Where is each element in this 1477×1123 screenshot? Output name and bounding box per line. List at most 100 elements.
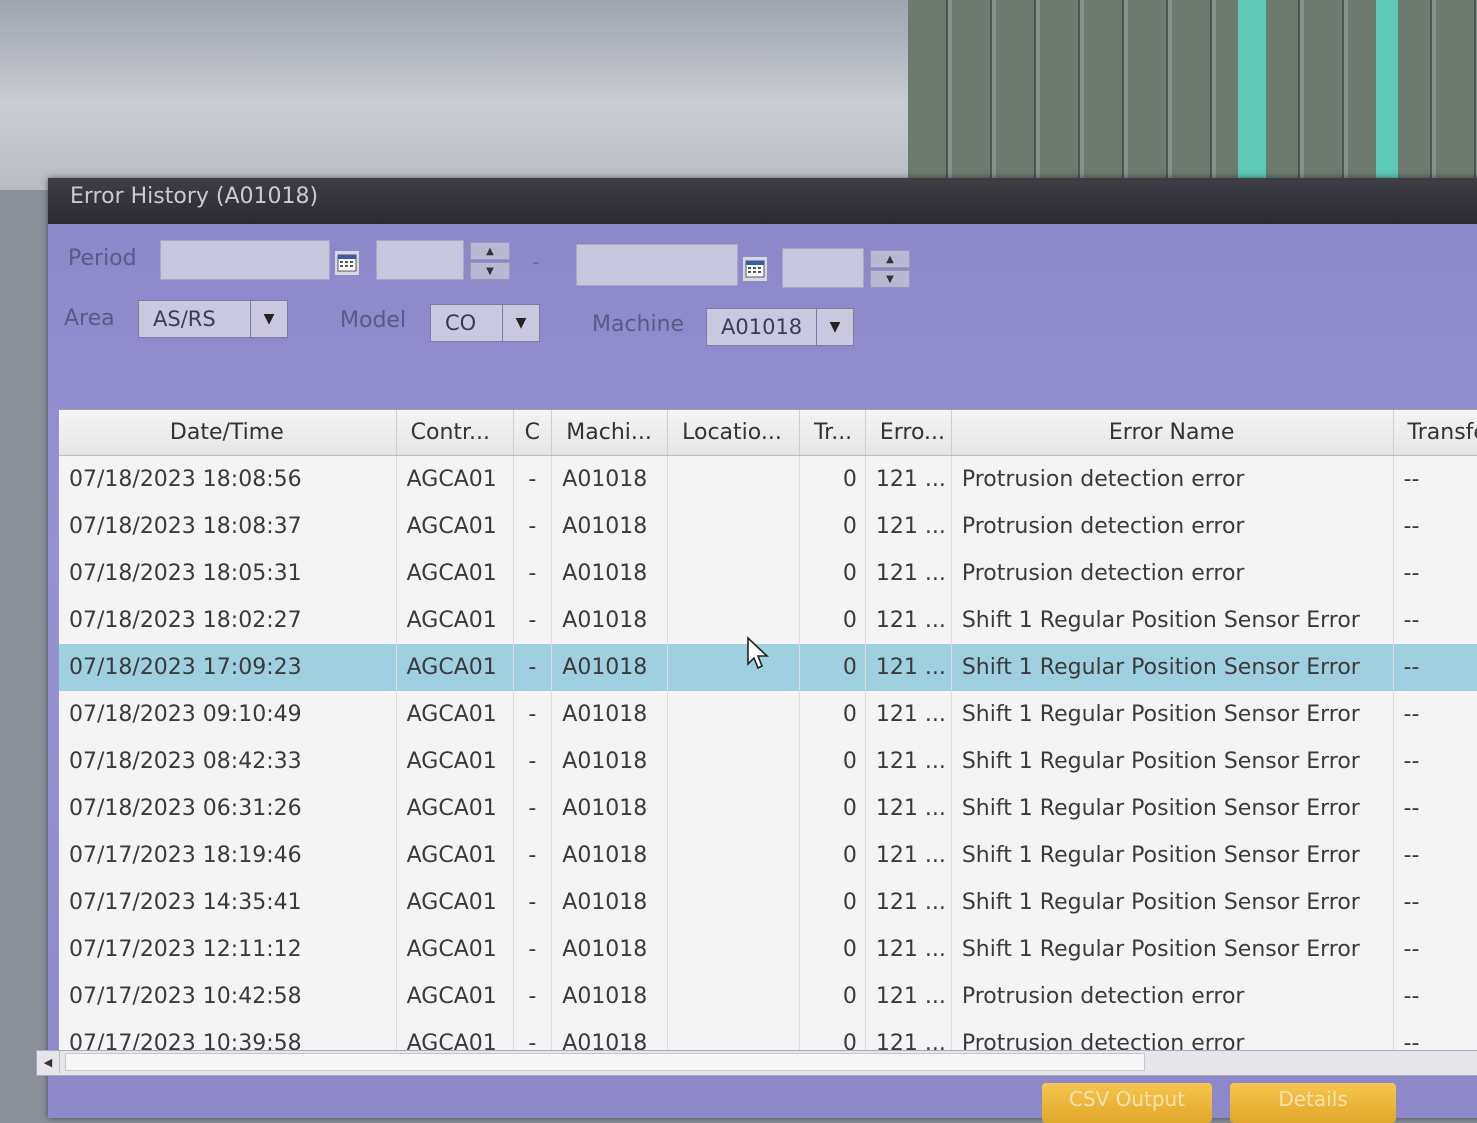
table-row[interactable]: 07/17/2023 10:39:58 AGCA01- A01018 0 121 ...… [59, 1020, 1477, 1050]
table-row[interactable]: 07/18/2023 08:42:33 AGCA01- A01018 0 121 ...… [59, 738, 1477, 785]
cell-error-code: 121 ... [865, 926, 952, 973]
table-row[interactable]: 07/17/2023 10:42:58 AGCA01- A01018 0 121 ...… [59, 973, 1477, 1020]
cell-error-code: 121 ... [865, 503, 952, 550]
cell-controller: AGCA01 [396, 738, 515, 785]
cell-controller: AGCA01 [396, 832, 515, 879]
cell-location [667, 738, 800, 785]
cell-location [667, 597, 800, 644]
table-row[interactable]: 07/18/2023 18:08:56 AGCA01- A01018 0 121 ...… [59, 455, 1477, 503]
cell-location [667, 550, 800, 597]
cell-controller: AGCA01 [396, 1020, 515, 1050]
spin-up-icon[interactable]: ▲ [870, 250, 910, 268]
cell-c: - [513, 550, 553, 597]
cell-c: - [513, 785, 553, 832]
column-header-machine[interactable]: Machi... [551, 410, 669, 456]
area-select-value: AS/RS [153, 307, 216, 331]
column-header-controller[interactable]: Contr... [396, 410, 515, 456]
cell-tr: 0 [799, 973, 866, 1020]
details-button[interactable]: Details [1230, 1083, 1396, 1123]
error-history-dialog: Error History (A01018) Period ▲ ▼ - ▲ ▼ … [36, 178, 1477, 1123]
cell-error-name: Protrusion detection error [951, 503, 1394, 550]
period-start-time-input[interactable] [376, 240, 464, 280]
cell-error-name: Shift 1 Regular Position Sensor Error [951, 879, 1394, 926]
cell-transfer: -- [1393, 550, 1477, 597]
cell-tr: 0 [799, 879, 866, 926]
calendar-icon[interactable] [334, 250, 360, 276]
cell-datetime: 07/18/2023 17:09:23 [59, 644, 397, 691]
period-end-time-input[interactable] [782, 248, 864, 288]
model-select[interactable]: CO ▼ [430, 304, 540, 342]
horizontal-scrollbar[interactable]: ◀ [36, 1050, 1477, 1076]
column-header-tr[interactable]: Tr... [799, 410, 866, 456]
table-row[interactable]: 07/17/2023 18:19:46 AGCA01- A01018 0 121 ...… [59, 832, 1477, 879]
spin-down-icon[interactable]: ▼ [870, 270, 910, 288]
cell-c: - [513, 691, 553, 738]
cell-machine: A01018 [551, 879, 669, 926]
cell-tr: 0 [799, 644, 866, 691]
cell-tr: 0 [799, 785, 866, 832]
column-header-transfer[interactable]: Transfe [1393, 410, 1477, 456]
table-row[interactable]: 07/18/2023 18:05:31 AGCA01- A01018 0 121 ...… [59, 550, 1477, 597]
cell-tr: 0 [799, 926, 866, 973]
cell-controller: AGCA01 [396, 503, 515, 550]
period-end-time-spinner[interactable]: ▲ ▼ [870, 250, 910, 288]
cell-error-name: Shift 1 Regular Position Sensor Error [951, 738, 1394, 785]
cell-datetime: 07/18/2023 18:05:31 [59, 550, 397, 597]
cell-tr: 0 [799, 455, 866, 503]
cell-error-code: 121 ... [865, 455, 952, 503]
cell-c: - [513, 455, 553, 503]
cell-location [667, 644, 800, 691]
table-row[interactable]: 07/17/2023 12:11:12 AGCA01- A01018 0 121 ...… [59, 926, 1477, 973]
column-header-c[interactable]: C [513, 410, 553, 456]
column-header-error-name[interactable]: Error Name [951, 410, 1394, 456]
cell-machine: A01018 [551, 691, 669, 738]
calendar-icon[interactable] [742, 256, 768, 282]
table-row[interactable]: 07/18/2023 18:08:37 AGCA01- A01018 0 121 ...… [59, 503, 1477, 550]
cell-tr: 0 [799, 691, 866, 738]
scroll-left-icon[interactable]: ◀ [37, 1051, 60, 1073]
cell-transfer: -- [1393, 503, 1477, 550]
cell-machine: A01018 [551, 455, 669, 503]
table-header-row: Date/Time Contr... C Machi... Locatio...… [59, 410, 1477, 456]
spin-up-icon[interactable]: ▲ [470, 242, 510, 260]
scrollbar-thumb[interactable] [65, 1053, 1145, 1071]
machine-select[interactable]: A01018 ▼ [706, 308, 854, 346]
column-header-datetime[interactable]: Date/Time [59, 410, 397, 456]
period-start-date-input[interactable] [160, 240, 330, 280]
csv-output-button[interactable]: CSV Output [1042, 1083, 1212, 1123]
table-body: 07/18/2023 18:08:56 AGCA01- A01018 0 121 ...… [59, 455, 1477, 1050]
cell-transfer: -- [1393, 926, 1477, 973]
column-header-location[interactable]: Locatio... [667, 410, 800, 456]
cell-location [667, 455, 800, 503]
spin-down-icon[interactable]: ▼ [470, 262, 510, 280]
table-row[interactable]: 07/17/2023 14:35:41 AGCA01- A01018 0 121 ...… [59, 879, 1477, 926]
cell-machine: A01018 [551, 738, 669, 785]
cell-transfer: -- [1393, 1020, 1477, 1050]
table-row[interactable]: 07/18/2023 09:10:49 AGCA01- A01018 0 121 ...… [59, 691, 1477, 738]
cell-machine: A01018 [551, 597, 669, 644]
period-start-time-spinner[interactable]: ▲ ▼ [470, 242, 510, 280]
cell-error-name: Shift 1 Regular Position Sensor Error [951, 597, 1394, 644]
column-header-error-code[interactable]: Erro... [865, 410, 952, 456]
cell-tr: 0 [799, 832, 866, 879]
cell-error-name: Protrusion detection error [951, 1020, 1394, 1050]
cell-error-name: Shift 1 Regular Position Sensor Error [951, 785, 1394, 832]
chevron-down-icon[interactable]: ▼ [250, 301, 287, 337]
cell-error-code: 121 ... [865, 550, 952, 597]
cell-controller: AGCA01 [396, 597, 515, 644]
cell-controller: AGCA01 [396, 644, 515, 691]
cell-tr: 0 [799, 1020, 866, 1050]
period-end-date-input[interactable] [576, 244, 738, 286]
cell-controller: AGCA01 [396, 455, 515, 503]
cell-error-code: 121 ... [865, 738, 952, 785]
background-stripe [1238, 0, 1266, 205]
chevron-down-icon[interactable]: ▼ [502, 305, 539, 341]
cell-datetime: 07/17/2023 18:19:46 [59, 832, 397, 879]
chevron-down-icon[interactable]: ▼ [816, 309, 853, 345]
cell-datetime: 07/18/2023 18:02:27 [59, 597, 397, 644]
area-select[interactable]: AS/RS ▼ [138, 300, 288, 338]
cell-error-code: 121 ... [865, 1020, 952, 1050]
table-row[interactable]: 07/18/2023 06:31:26 AGCA01- A01018 0 121 ...… [59, 785, 1477, 832]
cell-machine: A01018 [551, 973, 669, 1020]
cell-error-code: 121 ... [865, 832, 952, 879]
